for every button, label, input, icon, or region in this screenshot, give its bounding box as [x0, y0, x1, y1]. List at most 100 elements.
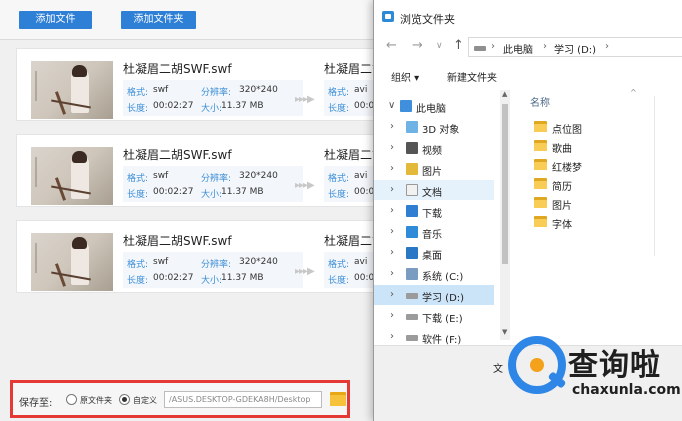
video-icon: [406, 142, 418, 154]
size-label: 大小:: [201, 276, 223, 286]
navigation-scrollbar[interactable]: ▲ ▼: [500, 90, 510, 340]
duration-label: 长度:: [328, 276, 350, 286]
scroll-down-icon[interactable]: ▼: [502, 328, 507, 336]
collapsed-chevron-icon[interactable]: ›: [390, 226, 394, 237]
tree-item-desktop[interactable]: › 桌面: [374, 243, 494, 263]
tree-item-label: 学习 (D:): [422, 293, 465, 304]
column-header-name[interactable]: 名称: [530, 94, 550, 109]
convert-arrow-icon: ▸▸▸▶: [295, 94, 315, 105]
video-thumbnail: [31, 147, 113, 205]
folder-item[interactable]: 点位图: [534, 118, 654, 136]
save-to-label: 保存至:: [19, 398, 53, 409]
tree-item-label: 3D 对象: [422, 125, 460, 136]
tree-item-music[interactable]: › 音乐: [374, 222, 494, 242]
duration-label: 长度:: [127, 276, 149, 286]
format-label: 格式:: [328, 88, 350, 98]
breadcrumb-separator-icon: ›: [605, 41, 609, 52]
dialog-title-bar: 浏览文件夹: [374, 0, 682, 34]
collapsed-chevron-icon[interactable]: ›: [390, 142, 394, 153]
folder-icon: [534, 216, 547, 227]
new-folder-button[interactable]: 新建文件夹: [447, 69, 497, 84]
add-folder-button[interactable]: 添加文件夹: [121, 11, 196, 29]
collapsed-chevron-icon[interactable]: ›: [390, 121, 394, 132]
browse-folder-icon[interactable]: [330, 391, 346, 406]
recent-locations-chevron-icon[interactable]: ∨: [436, 41, 443, 51]
expanded-chevron-icon[interactable]: ∨: [388, 100, 395, 111]
size-label: 大小:: [201, 190, 223, 200]
tree-item-label: 下载 (E:): [422, 314, 463, 325]
format-value: swf: [153, 257, 169, 267]
format-value: avi: [354, 85, 368, 95]
system-drive-icon: [406, 268, 418, 280]
breadcrumb-drive-d[interactable]: 学习 (D:): [554, 41, 596, 56]
music-icon: [406, 226, 418, 238]
duration-value: 00:02:27: [153, 187, 194, 197]
up-arrow-icon[interactable]: ↑: [453, 38, 464, 53]
source-folder-radio[interactable]: [66, 394, 77, 405]
collapsed-chevron-icon[interactable]: ›: [390, 184, 394, 195]
custom-folder-radio[interactable]: [119, 394, 130, 405]
add-file-button[interactable]: 添加文件: [19, 11, 92, 29]
folder-label: 点位图: [552, 125, 582, 136]
tree-item-documents[interactable]: › 文档: [374, 180, 494, 200]
format-value: avi: [354, 257, 368, 267]
folder-content-pane: 名称 ^ 点位图 歌曲 红楼梦 简历 图片 字体: [514, 88, 682, 338]
source-file-name: 杜凝眉二胡SWF.swf: [123, 62, 232, 76]
folder-item[interactable]: 歌曲: [534, 137, 654, 155]
tree-item-study-d[interactable]: › 学习 (D:): [374, 285, 494, 305]
tree-item-download-e[interactable]: › 下载 (E:): [374, 306, 494, 326]
folder-label: 红楼梦: [552, 163, 582, 174]
format-value: avi: [354, 171, 368, 181]
tree-item-downloads[interactable]: › 下载: [374, 201, 494, 221]
collapsed-chevron-icon[interactable]: ›: [390, 268, 394, 279]
collapsed-chevron-icon[interactable]: ›: [390, 247, 394, 258]
sort-chevron-icon: ^: [630, 88, 637, 97]
resolution-value: 320*240: [239, 85, 278, 95]
folder-icon: [534, 159, 547, 170]
size-label: 大小:: [201, 104, 223, 114]
collapsed-chevron-icon[interactable]: ›: [390, 331, 394, 342]
tree-item-system-c[interactable]: › 系统 (C:): [374, 264, 494, 284]
duration-label: 长度:: [127, 190, 149, 200]
source-folder-label[interactable]: 原文件夹: [80, 395, 112, 406]
format-value: swf: [153, 171, 169, 181]
back-arrow-icon[interactable]: ←: [386, 38, 397, 53]
output-path-field[interactable]: /ASUS.DESKTOP-GDEKA8H/Desktop: [164, 391, 322, 408]
format-label: 格式:: [127, 260, 149, 270]
video-thumbnail: [31, 233, 113, 291]
tree-item-pictures[interactable]: › 图片: [374, 159, 494, 179]
drive-icon: [406, 293, 418, 299]
tree-item-label: 桌面: [422, 251, 442, 262]
resolution-value: 320*240: [239, 171, 278, 181]
column-divider: [654, 96, 655, 256]
custom-folder-label[interactable]: 自定义: [133, 395, 157, 406]
convert-arrow-icon: ▸▸▸▶: [295, 180, 315, 191]
collapsed-chevron-icon[interactable]: ›: [390, 163, 394, 174]
collapsed-chevron-icon[interactable]: ›: [390, 289, 394, 300]
tree-item-this-pc[interactable]: ∨ 此电脑: [374, 96, 494, 116]
scroll-up-icon[interactable]: ▲: [502, 90, 507, 98]
size-value: 11.37 MB: [221, 187, 264, 197]
size-value: 11.37 MB: [221, 273, 264, 283]
command-bar: 组织 ▾ 新建文件夹: [374, 62, 682, 88]
address-bar[interactable]: › 此电脑 › 学习 (D:) ›: [468, 37, 682, 57]
format-value: swf: [153, 85, 169, 95]
tree-item-videos[interactable]: › 视频: [374, 138, 494, 158]
watermark-domain: chaxunla.com: [572, 382, 681, 398]
navigation-pane: ∨ 此电脑 › 3D 对象 › 视频 › 图片 › 文档 › 下载 › 音乐 ›…: [374, 90, 510, 346]
forward-arrow-icon[interactable]: →: [412, 38, 423, 53]
folder-item[interactable]: 红楼梦: [534, 156, 654, 174]
folder-item[interactable]: 简历: [534, 175, 654, 193]
collapsed-chevron-icon[interactable]: ›: [390, 205, 394, 216]
organize-menu[interactable]: 组织 ▾: [391, 69, 419, 84]
video-thumbnail: [31, 61, 113, 119]
tree-item-3d-objects[interactable]: › 3D 对象: [374, 117, 494, 137]
tree-item-label: 此电脑: [416, 104, 446, 115]
folder-item[interactable]: 字体: [534, 213, 654, 231]
convert-arrow-icon: ▸▸▸▶: [295, 266, 315, 277]
collapsed-chevron-icon[interactable]: ›: [390, 310, 394, 321]
folder-item[interactable]: 图片: [534, 194, 654, 212]
breadcrumb-this-pc[interactable]: 此电脑: [503, 41, 533, 56]
tree-item-software-f[interactable]: › 软件 (F:): [374, 327, 494, 347]
scrollbar-thumb[interactable]: [502, 104, 508, 264]
